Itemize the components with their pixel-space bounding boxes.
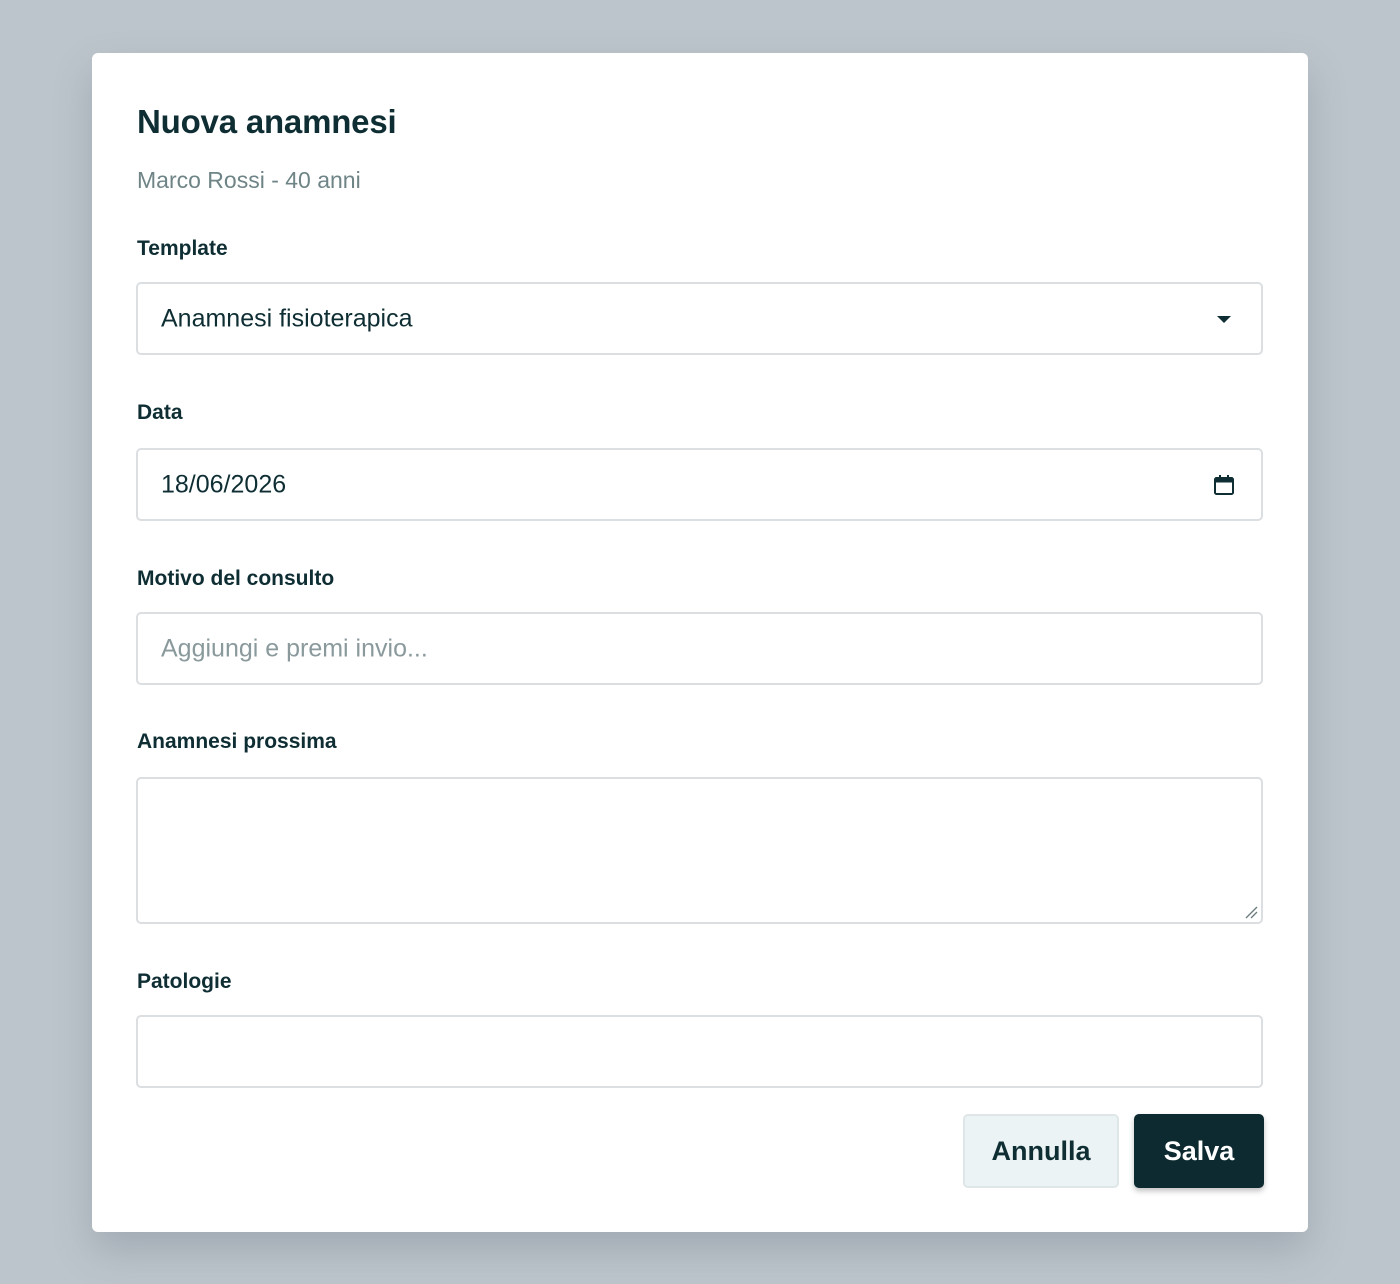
pathologies-input[interactable] [136,1015,1263,1088]
chevron-down-icon [1217,315,1231,323]
cancel-button[interactable]: Annulla [963,1114,1119,1188]
template-label: Template [137,237,228,260]
date-input[interactable]: 18/06/2026 [136,448,1263,521]
template-select[interactable]: Anamnesi fisioterapica [136,282,1263,355]
resize-handle-icon[interactable] [1244,905,1258,919]
reason-input-placeholder: Aggiungi e premi invio... [161,634,428,662]
calendar-icon[interactable] [1212,473,1236,497]
template-select-value: Anamnesi fisioterapica [161,304,413,332]
date-input-value: 18/06/2026 [161,470,287,498]
reason-label: Motivo del consulto [137,567,335,590]
date-label: Data [137,401,183,424]
patient-info: Marco Rossi - 40 anni [137,167,361,193]
save-button[interactable]: Salva [1134,1114,1264,1188]
history-textarea[interactable] [136,777,1263,924]
dialog-title: Nuova anamnesi [137,103,397,140]
new-anamnesis-dialog: Nuova anamnesi Marco Rossi - 40 anni Tem… [92,53,1308,1232]
pathologies-label: Patologie [137,970,232,993]
history-label: Anamnesi prossima [137,730,337,753]
reason-input[interactable]: Aggiungi e premi invio... [136,612,1263,685]
